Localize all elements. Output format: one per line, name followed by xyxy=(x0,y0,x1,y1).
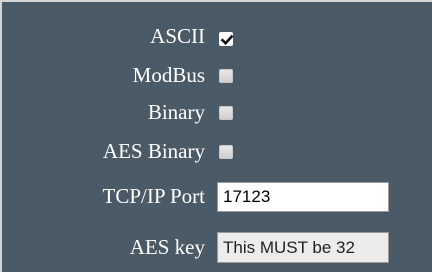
ascii-label-cell: ASCII xyxy=(2,24,205,48)
aes-key-input[interactable]: This MUST be 32 xyxy=(217,232,389,263)
binary-label-cell: Binary xyxy=(2,100,205,124)
aes-binary-label-cell: AES Binary xyxy=(2,139,205,163)
tcp-port-input[interactable]: 17123 xyxy=(217,182,389,212)
aes-binary-label: AES Binary xyxy=(102,139,205,163)
ascii-checkbox[interactable] xyxy=(219,32,234,46)
tcp-port-label: TCP/IP Port xyxy=(102,184,206,208)
modbus-label-cell: ModBus xyxy=(2,63,205,87)
modbus-label: ModBus xyxy=(132,63,205,87)
aes-key-label: AES key xyxy=(129,235,205,259)
settings-panel: ASCII ModBus Binary AES Binary TCP/IP Po… xyxy=(0,0,432,272)
tcp-port-label-cell: TCP/IP Port xyxy=(2,184,206,208)
ascii-label: ASCII xyxy=(150,24,205,48)
binary-checkbox[interactable] xyxy=(219,106,233,120)
checkmark-icon xyxy=(220,34,234,46)
binary-label: Binary xyxy=(147,100,205,124)
aes-binary-checkbox[interactable] xyxy=(219,145,233,159)
modbus-checkbox[interactable] xyxy=(219,69,233,83)
aes-key-label-cell: AES key xyxy=(2,235,205,259)
